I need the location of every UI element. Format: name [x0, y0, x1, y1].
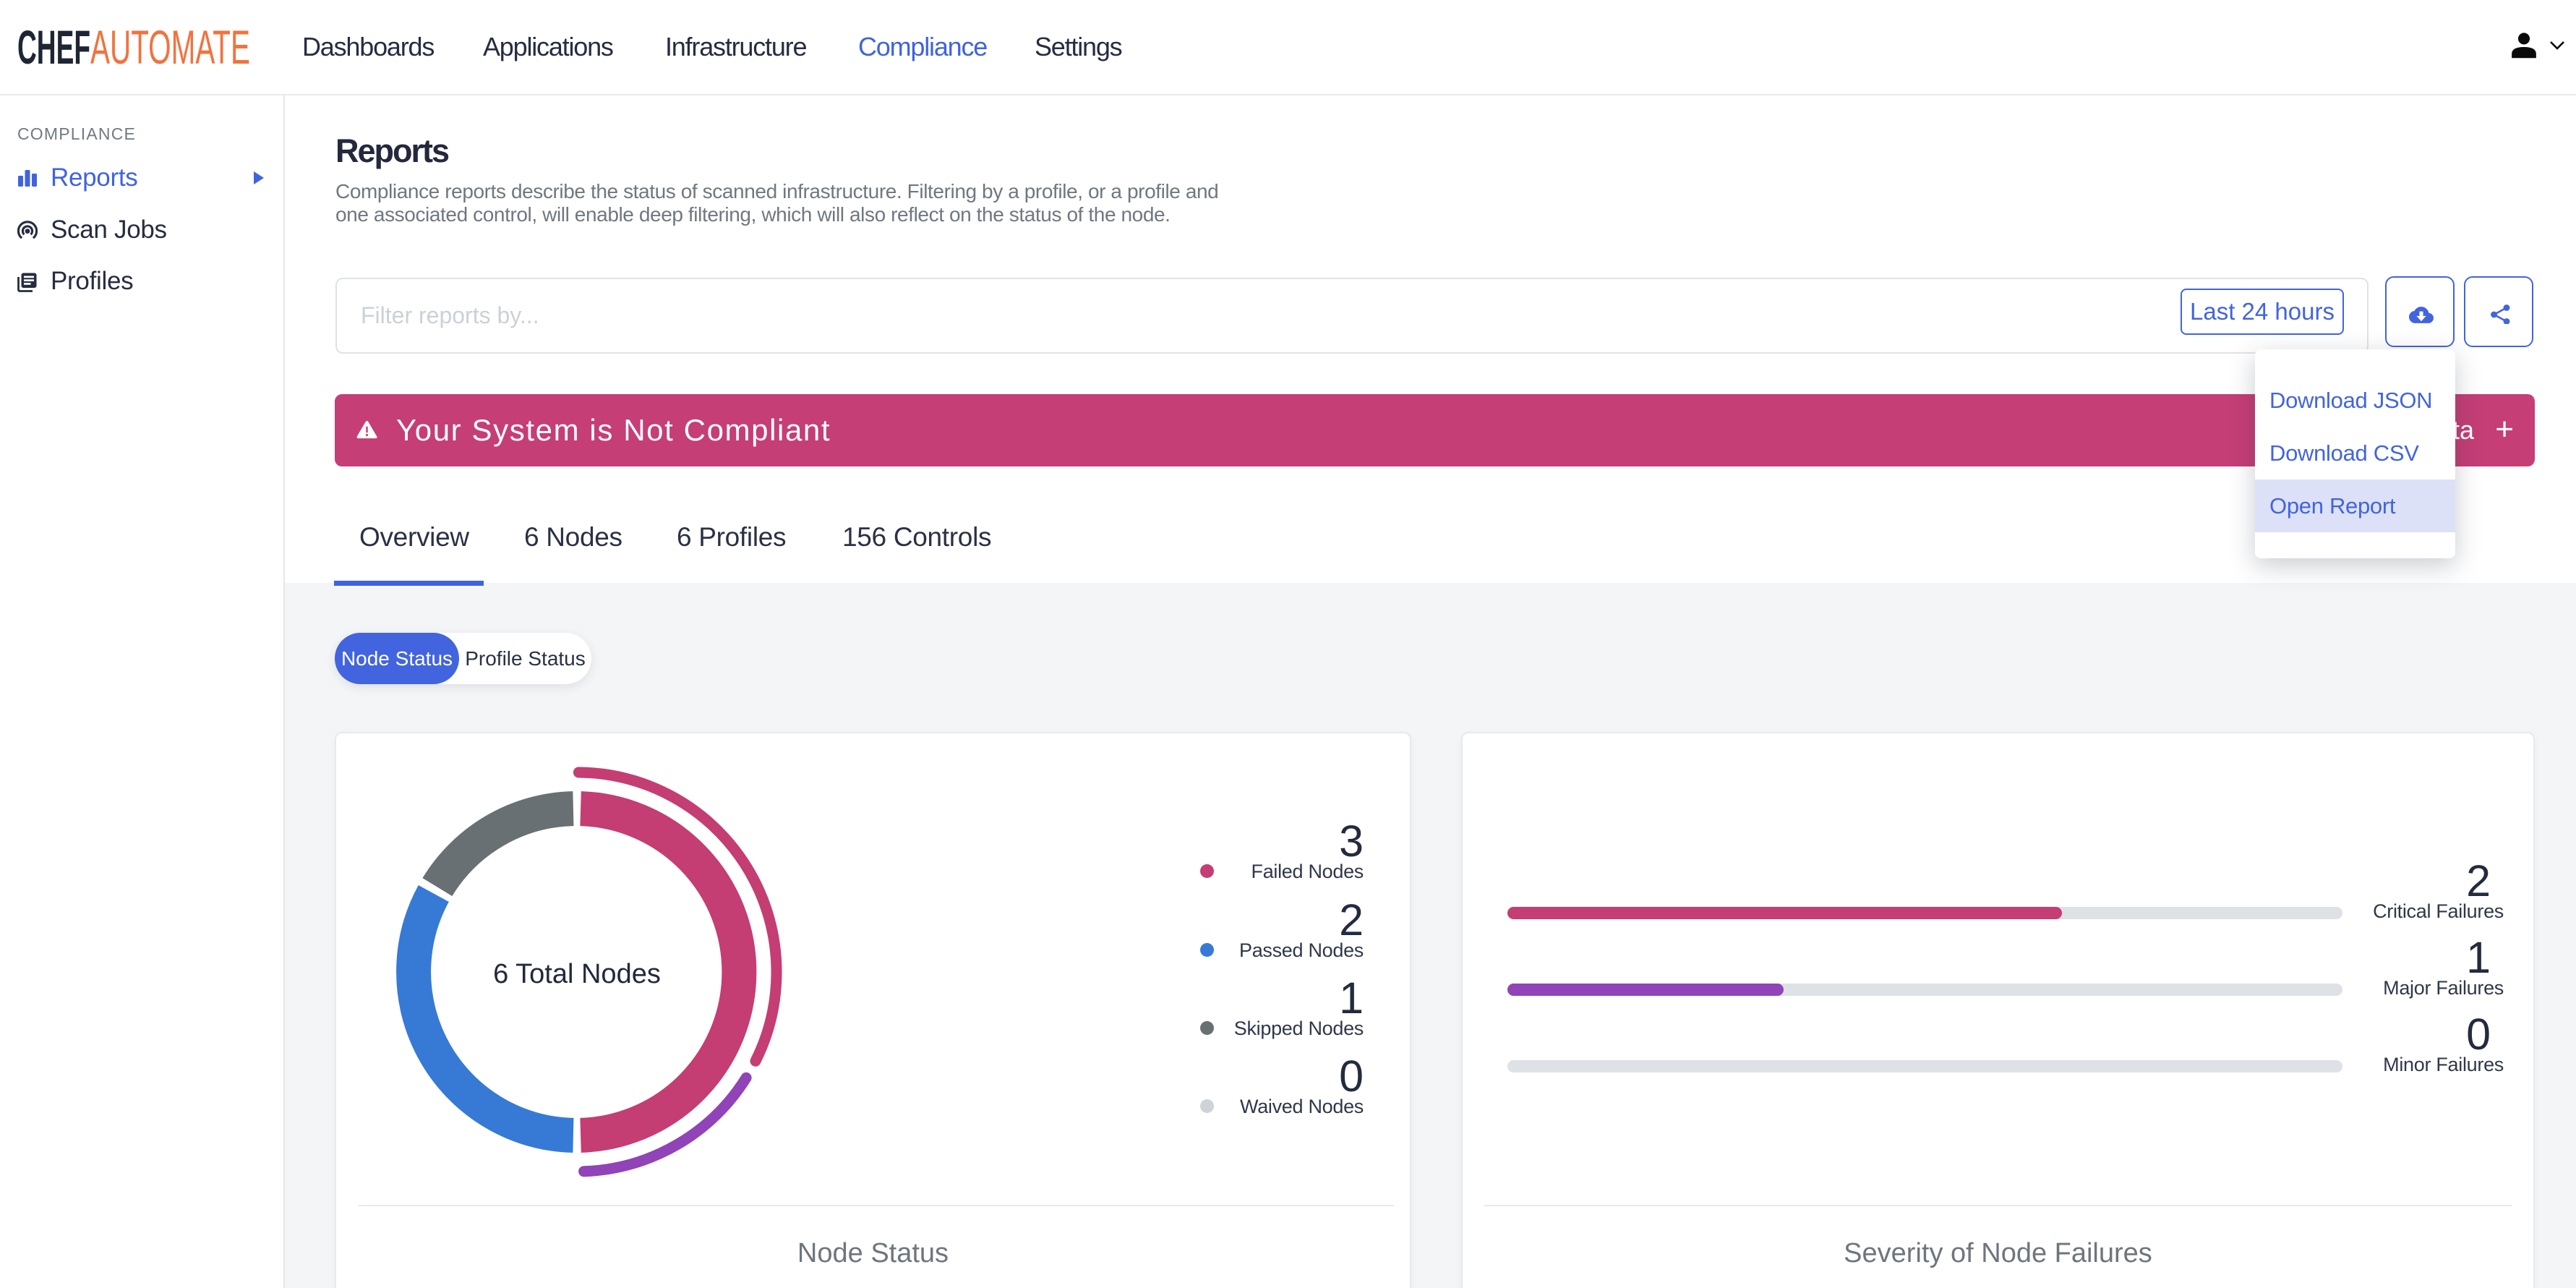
svg-text:6 Total Nodes: 6 Total Nodes: [493, 959, 661, 989]
svg-text:CHEF: CHEF: [17, 20, 90, 74]
svg-text:AUTOMATE: AUTOMATE: [90, 20, 250, 74]
